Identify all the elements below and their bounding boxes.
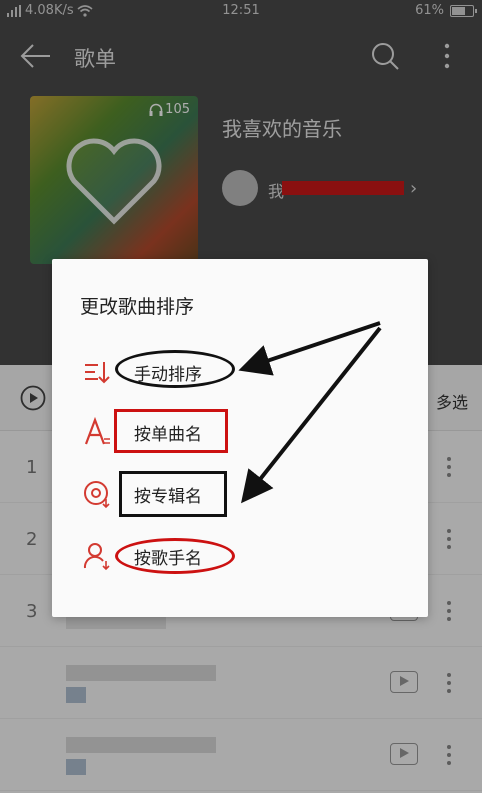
dialog-title: 更改歌曲排序 xyxy=(80,296,195,318)
manual-sort-icon xyxy=(85,362,110,384)
person-icon xyxy=(83,543,110,571)
annotation-rectangle xyxy=(119,471,227,517)
sort-option-artist-name[interactable]: 按歌手名 xyxy=(52,527,428,585)
annotation-ellipse xyxy=(115,350,235,388)
annotation-rectangle xyxy=(114,409,228,453)
letter-a-icon xyxy=(84,417,110,445)
sort-dialog: 更改歌曲排序 手动排序 按单曲名 按专辑名 按歌手名 xyxy=(52,259,428,617)
annotation-ellipse xyxy=(115,538,235,574)
sort-option-album-name[interactable]: 按专辑名 xyxy=(52,465,428,523)
disc-icon xyxy=(84,481,110,509)
sort-option-song-name[interactable]: 按单曲名 xyxy=(52,403,428,461)
sort-option-manual[interactable]: 手动排序 xyxy=(52,343,428,401)
